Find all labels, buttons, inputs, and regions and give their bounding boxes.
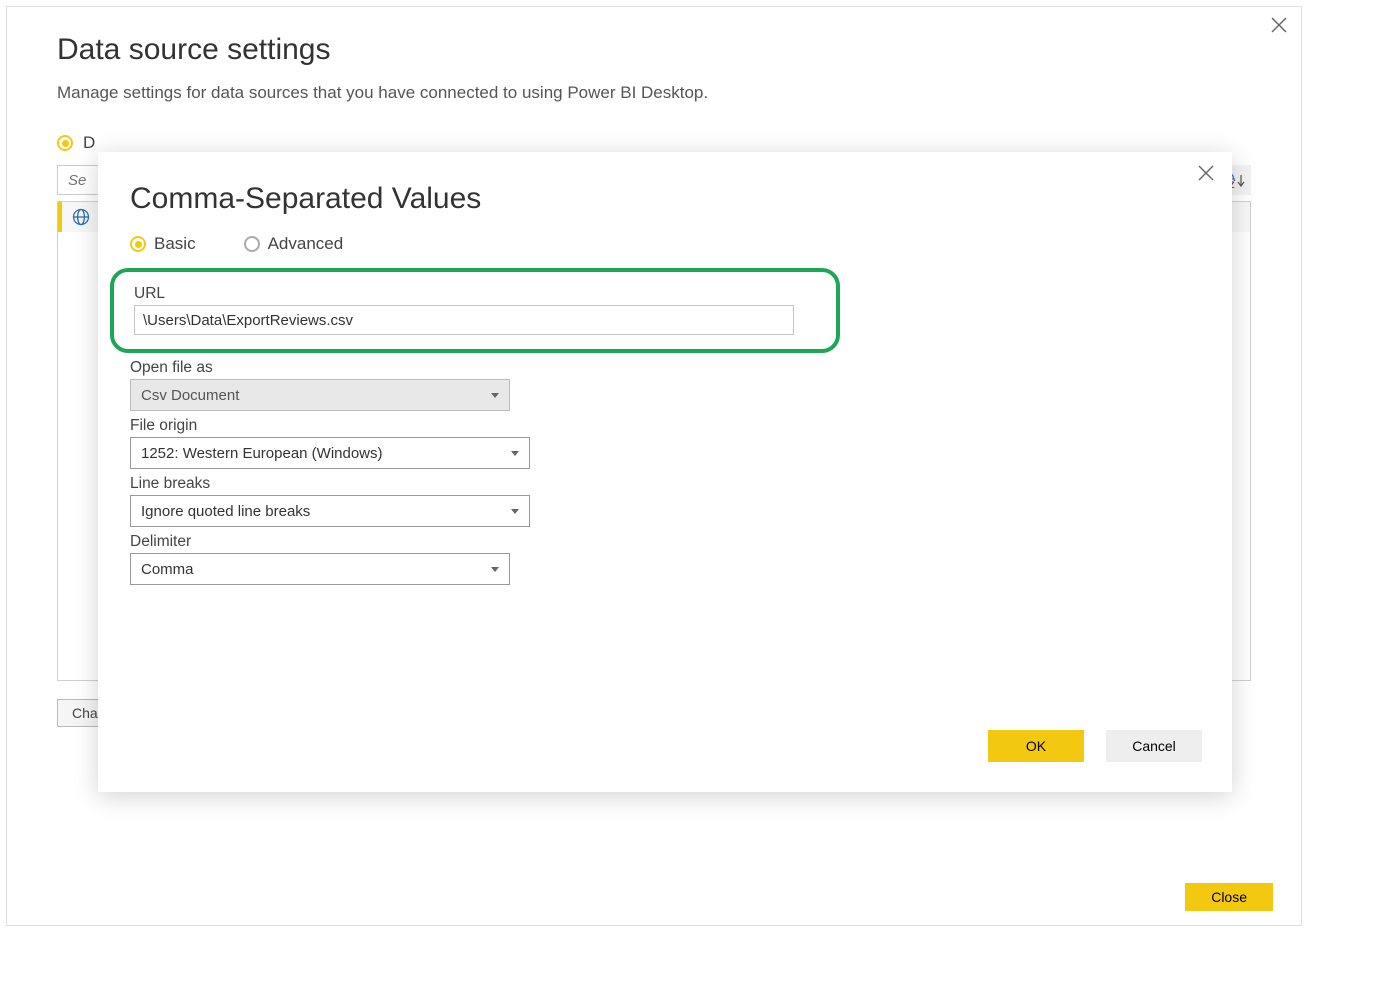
file-origin-dropdown[interactable]: 1252: Western European (Windows)	[130, 437, 530, 469]
close-button[interactable]: Close	[1185, 883, 1273, 911]
dialog-footer: OK Cancel	[988, 730, 1202, 762]
file-origin-value: 1252: Western European (Windows)	[141, 445, 383, 462]
line-breaks-dropdown[interactable]: Ignore quoted line breaks	[130, 495, 530, 527]
radio-basic-label: Basic	[154, 234, 196, 254]
url-highlight-box: URL	[110, 268, 840, 353]
globe-icon	[72, 208, 90, 226]
radio-current-file[interactable]	[57, 135, 73, 151]
ok-button[interactable]: OK	[988, 730, 1084, 762]
url-input[interactable]	[134, 305, 794, 335]
chevron-down-icon	[511, 509, 519, 514]
dialog-title: Comma-Separated Values	[98, 152, 1232, 234]
radio-icon	[130, 236, 146, 252]
radio-icon	[244, 236, 260, 252]
radio-basic[interactable]: Basic	[130, 234, 196, 254]
radio-advanced[interactable]: Advanced	[244, 234, 344, 254]
line-breaks-value: Ignore quoted line breaks	[141, 503, 310, 520]
delimiter-label: Delimiter	[130, 533, 1200, 551]
page-subtitle: Manage settings for data sources that yo…	[7, 83, 1301, 103]
page-title: Data source settings	[7, 7, 1301, 83]
url-label: URL	[134, 285, 816, 303]
chevron-down-icon	[511, 451, 519, 456]
open-file-as-dropdown[interactable]: Csv Document	[130, 379, 510, 411]
scope-radio-group: D	[7, 103, 1301, 153]
delimiter-dropdown[interactable]: Comma	[130, 553, 510, 585]
delimiter-value: Comma	[141, 561, 194, 578]
chevron-down-icon	[491, 393, 499, 398]
chevron-down-icon	[491, 567, 499, 572]
cancel-button[interactable]: Cancel	[1106, 730, 1202, 762]
mode-radio-group: Basic Advanced	[98, 234, 1232, 268]
close-icon[interactable]	[1259, 9, 1299, 41]
file-origin-label: File origin	[130, 417, 1200, 435]
close-icon[interactable]	[1188, 158, 1224, 188]
radio-label-partial: D	[83, 133, 95, 153]
csv-settings-dialog: Comma-Separated Values Basic Advanced UR…	[98, 152, 1232, 792]
line-breaks-label: Line breaks	[130, 475, 1200, 493]
open-file-as-value: Csv Document	[141, 387, 239, 404]
radio-advanced-label: Advanced	[268, 234, 344, 254]
open-file-as-label: Open file as	[130, 359, 1200, 377]
